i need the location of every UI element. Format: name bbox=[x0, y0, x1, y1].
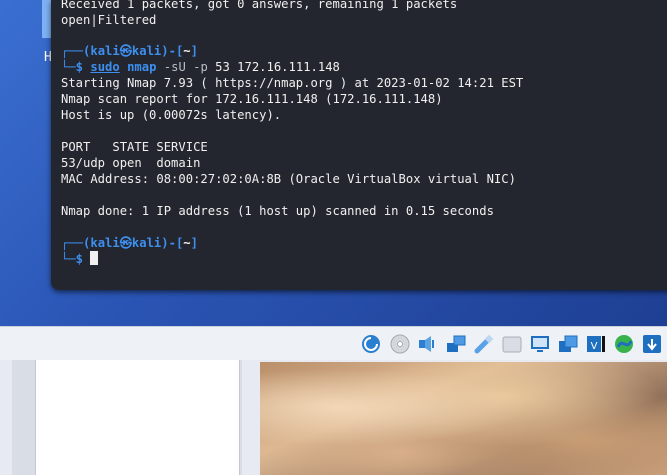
terminal-line: Nmap done: 1 IP address (1 host up) scan… bbox=[61, 204, 494, 218]
terminal-line: Nmap scan report for 172.16.111.148 (172… bbox=[61, 92, 443, 106]
usb-icon[interactable] bbox=[473, 333, 495, 355]
terminal-line: open|Filtered bbox=[61, 13, 157, 27]
guest-additions-icon[interactable] bbox=[613, 333, 635, 355]
preview-image bbox=[260, 362, 667, 475]
video-capture-icon[interactable] bbox=[557, 333, 579, 355]
command-line: └─$ sudo nmap -sU -p 53 172.16.111.148 bbox=[61, 60, 340, 74]
prompt-line: ┌──(kali㉿kali)-[~] bbox=[61, 236, 198, 250]
terminal-line: PORT STATE SERVICE bbox=[61, 140, 208, 154]
terminal-window[interactable]: Received 1 packets, got 0 answers, remai… bbox=[51, 0, 667, 290]
prompt-at-symbol: ㉿ bbox=[119, 236, 132, 250]
terminal-line: Received 1 packets, got 0 answers, remai… bbox=[61, 0, 458, 11]
network-icon[interactable] bbox=[445, 333, 467, 355]
optical-disk-icon[interactable] bbox=[389, 333, 411, 355]
prompt-user: kali bbox=[90, 236, 120, 250]
audio-icon[interactable] bbox=[416, 333, 438, 355]
recording-icon[interactable]: V bbox=[585, 333, 607, 355]
svg-text:V: V bbox=[591, 341, 598, 352]
vm-status-bar: V bbox=[0, 326, 667, 361]
side-pane[interactable] bbox=[35, 360, 240, 475]
cmd-nmap: nmap bbox=[127, 60, 157, 74]
terminal-line: Starting Nmap 7.93 ( https://nmap.org ) … bbox=[61, 76, 524, 90]
shared-folder-icon[interactable] bbox=[501, 333, 523, 355]
prompt-path: ~ bbox=[183, 44, 191, 58]
terminal-line: Host is up (0.00072s latency). bbox=[61, 108, 282, 122]
prompt-host: kali bbox=[131, 44, 162, 58]
prompt-at-symbol: ㉿ bbox=[119, 44, 132, 58]
terminal-line: 53/udp open domain bbox=[61, 156, 201, 170]
display-icon[interactable] bbox=[529, 333, 551, 355]
terminal-line: MAC Address: 08:00:27:02:0A:8B (Oracle V… bbox=[61, 172, 516, 186]
prompt-line: ┌──(kali㉿kali)-[~] bbox=[61, 44, 198, 58]
cmd-args: -sU -p bbox=[163, 60, 208, 74]
cmd-target: 53 172.16.111.148 bbox=[215, 60, 340, 74]
prompt-path: ~ bbox=[183, 236, 191, 250]
text-cursor bbox=[90, 251, 99, 265]
hard-disk-icon[interactable] bbox=[360, 333, 382, 355]
host-key-icon[interactable] bbox=[641, 333, 663, 355]
prompt-host: kali bbox=[131, 236, 162, 250]
cmd-sudo: sudo bbox=[90, 60, 120, 74]
input-line[interactable]: └─$ bbox=[61, 251, 99, 267]
prompt-user: kali bbox=[90, 44, 120, 58]
